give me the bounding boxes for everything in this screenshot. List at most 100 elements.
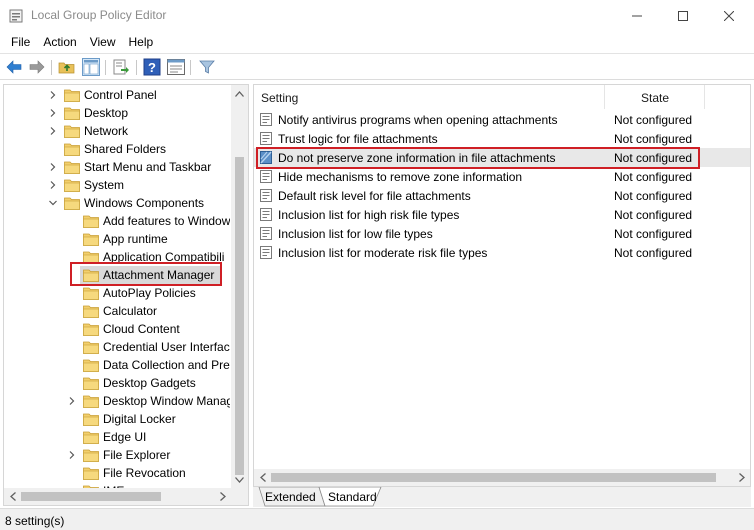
tree-horizontal-scrollbar[interactable] <box>4 488 248 505</box>
chevron-right-icon[interactable] <box>67 396 77 406</box>
filter-icon[interactable] <box>198 58 216 76</box>
policy-state: Not configured <box>614 189 693 203</box>
policy-row[interactable]: Do not preserve zone information in file… <box>254 148 750 167</box>
chevron-right-icon[interactable] <box>48 162 58 172</box>
tree-item[interactable]: AutoPlay Policies <box>4 284 234 302</box>
list-scroll-left-arrow[interactable] <box>254 469 271 486</box>
maximize-button[interactable] <box>660 0 706 31</box>
policy-setting-selected-icon <box>260 151 272 164</box>
folder-icon <box>83 233 99 246</box>
chevron-right-icon[interactable] <box>48 108 58 118</box>
chevron-left-icon <box>259 473 266 482</box>
list-scroll-right-arrow[interactable] <box>733 469 750 486</box>
menu-action[interactable]: Action <box>38 35 81 49</box>
menu-file[interactable]: File <box>6 35 35 49</box>
tree-item[interactable]: Edge UI <box>4 428 234 446</box>
list-horizontal-scrollbar[interactable] <box>254 469 750 486</box>
tab-extended[interactable]: Extended <box>265 487 316 506</box>
tree-item[interactable]: Cloud Content <box>4 320 234 338</box>
scroll-down-arrow[interactable] <box>231 471 248 488</box>
tab-standard[interactable]: Standard <box>328 487 377 506</box>
tree-item[interactable]: Desktop <box>4 104 234 122</box>
folder-icon <box>64 89 80 102</box>
policy-row[interactable]: Hide mechanisms to remove zone informati… <box>254 167 750 186</box>
tree-pane[interactable]: Control Panel Desktop Network Shared Folder… <box>3 84 249 506</box>
tree-item-label: Network <box>84 124 129 138</box>
title-bar: Local Group Policy Editor <box>0 0 754 31</box>
tree-item[interactable]: Desktop Window Manag <box>4 392 234 410</box>
toolbar: ? <box>0 53 754 80</box>
settings-list-pane[interactable]: Setting State Notify antivirus programs … <box>253 84 751 487</box>
help-icon[interactable]: ? <box>143 58 161 76</box>
tree-hscroll-thumb[interactable] <box>21 492 161 501</box>
tree-item[interactable]: System <box>4 176 234 194</box>
menu-help[interactable]: Help <box>124 35 159 49</box>
tree-item-label: Desktop Gadgets <box>103 376 196 390</box>
scroll-up-arrow[interactable] <box>231 85 248 102</box>
policy-row[interactable]: Inclusion list for high risk file types N… <box>254 205 750 224</box>
tree-item[interactable]: Control Panel <box>4 86 234 104</box>
column-header-setting[interactable]: Setting <box>254 85 605 109</box>
tree-item[interactable]: Network <box>4 122 234 140</box>
folder-icon <box>83 449 99 462</box>
tree-item-label: Shared Folders <box>84 142 167 156</box>
tree-vertical-scrollbar[interactable] <box>231 85 248 488</box>
scroll-left-arrow[interactable] <box>4 488 21 505</box>
policy-setting-icon <box>260 189 272 202</box>
policy-name: Trust logic for file attachments <box>278 132 438 146</box>
show-hide-tree-icon[interactable] <box>82 58 100 76</box>
tree-item[interactable]: Add features to Window <box>4 212 234 230</box>
up-folder-icon[interactable] <box>58 58 76 76</box>
chevron-right-icon[interactable] <box>48 126 58 136</box>
forward-icon[interactable] <box>28 58 46 76</box>
tree-item[interactable]: Attachment Manager <box>4 266 234 284</box>
status-text: 8 setting(s) <box>5 514 65 528</box>
tree-item[interactable]: App runtime <box>4 230 234 248</box>
minimize-button[interactable] <box>614 0 660 31</box>
tree-item[interactable]: Digital Locker <box>4 410 234 428</box>
group-policy-app-icon <box>9 9 23 23</box>
tree-item-label: File Revocation <box>103 466 186 480</box>
close-icon <box>724 10 734 21</box>
policy-row[interactable]: Inclusion list for low file types Not con… <box>254 224 750 243</box>
tree-item[interactable]: Windows Components <box>4 194 234 212</box>
folder-icon <box>83 323 99 336</box>
policy-row[interactable]: Trust logic for file attachments Not conf… <box>254 129 750 148</box>
policy-row[interactable]: Notify antivirus programs when opening a… <box>254 110 750 129</box>
maximize-icon <box>678 10 688 21</box>
tree-item[interactable]: Shared Folders <box>4 140 234 158</box>
chevron-down-icon[interactable] <box>48 198 58 208</box>
tree-item[interactable]: Desktop Gadgets <box>4 374 234 392</box>
tree-item-label: Desktop <box>84 106 129 120</box>
tree-item[interactable]: File Revocation <box>4 464 234 482</box>
tree-item[interactable]: Start Menu and Taskbar <box>4 158 234 176</box>
tree-item-label: Windows Components <box>84 196 205 210</box>
chevron-right-icon[interactable] <box>48 90 58 100</box>
tree-vscroll-thumb[interactable] <box>235 157 244 475</box>
folder-icon <box>83 269 99 282</box>
tree-item[interactable]: Application Compatibili <box>4 248 234 266</box>
tree-item-label: Digital Locker <box>103 412 176 426</box>
column-header-state[interactable]: State <box>605 85 705 109</box>
minimize-icon <box>632 15 642 16</box>
tree-item-label: Application Compatibili <box>103 250 225 264</box>
tree-item[interactable]: File Explorer <box>4 446 234 464</box>
export-list-icon[interactable] <box>112 58 130 76</box>
tree-item[interactable]: Data Collection and Prev <box>4 356 234 374</box>
policy-setting-icon <box>260 132 272 145</box>
back-icon[interactable] <box>5 58 23 76</box>
chevron-right-icon[interactable] <box>48 180 58 190</box>
scroll-right-arrow[interactable] <box>214 488 231 505</box>
folder-icon <box>83 467 99 480</box>
chevron-right-icon[interactable] <box>67 450 77 460</box>
chevron-right-icon <box>738 473 745 482</box>
tree-item[interactable]: Calculator <box>4 302 234 320</box>
properties-icon[interactable] <box>167 58 185 76</box>
policy-row[interactable]: Default risk level for file attachments N… <box>254 186 750 205</box>
menu-view[interactable]: View <box>85 35 121 49</box>
list-hscroll-thumb[interactable] <box>271 473 716 482</box>
close-button[interactable] <box>706 0 752 31</box>
policy-row[interactable]: Inclusion list for moderate risk file ty… <box>254 243 750 262</box>
tree-item[interactable]: Credential User Interface <box>4 338 234 356</box>
folder-icon <box>83 395 99 408</box>
